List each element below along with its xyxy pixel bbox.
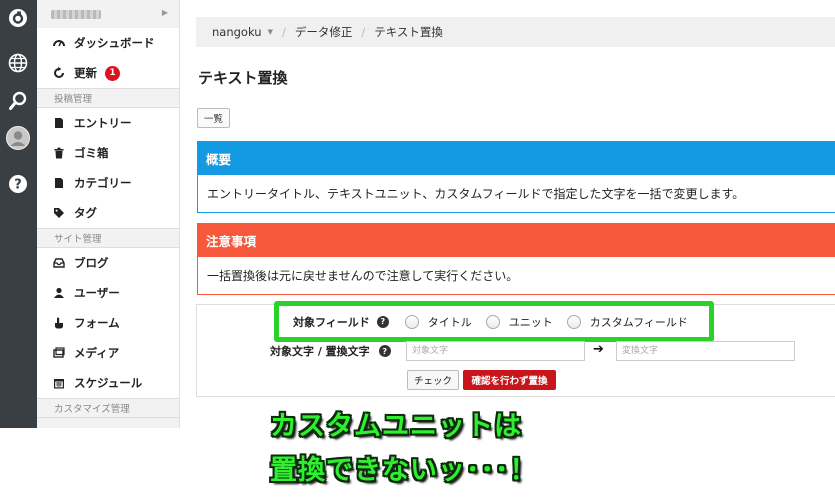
warning-panel: 注意事項 一括置換後は元に戻せませんので注意して実行ください。 (197, 223, 835, 295)
target-field-label: 対象フィールド (293, 315, 370, 329)
help-icon[interactable]: ? (378, 345, 391, 357)
warning-title: 注意事項 (197, 223, 835, 257)
sidebar-item-user[interactable]: ユーザー (37, 278, 179, 308)
overview-title: 概要 (197, 141, 835, 175)
sidebar-item-media[interactable]: メディア (37, 338, 179, 368)
refresh-icon (53, 67, 65, 79)
radio-unit[interactable]: ユニット (485, 314, 553, 330)
sidebar-item-update[interactable]: 更新 1 (37, 58, 179, 88)
text-row: 対象文字 / 置換文字 ? (270, 341, 391, 361)
sidebar-item-label: フォーム (74, 316, 120, 330)
svg-text:?: ? (14, 178, 22, 193)
blog-switcher[interactable]: ▶ (37, 0, 179, 28)
sidebar-item-label: ブログ (74, 256, 109, 270)
caret-down-icon[interactable]: ▼ (268, 28, 273, 36)
sidebar-item-trash[interactable]: ゴミ箱 (37, 138, 179, 168)
inbox-icon (53, 257, 65, 269)
folder-icon (53, 177, 65, 189)
blurred-blog-name (51, 9, 101, 19)
arrow-right-icon: ➔ (593, 342, 604, 357)
breadcrumb-current: テキスト置換 (374, 25, 443, 39)
radio-circle[interactable] (566, 314, 581, 329)
dashboard-icon (53, 37, 65, 49)
sidebar-item-form[interactable]: フォーム (37, 308, 179, 338)
target-field-row: 対象フィールド ? タイトル ユニット カスタムフィールド (274, 301, 714, 342)
media-icon (53, 347, 65, 359)
sidebar-item-label: カテゴリー (74, 176, 132, 190)
sidebar-item-label: 更新 (74, 66, 97, 80)
help-icon[interactable]: ? (376, 315, 389, 328)
replace-text-input[interactable] (616, 341, 795, 361)
sidebar: ▶ ダッシュボード 更新 1 投稿管理 エントリー ゴミ箱 カテゴリー タグ サ… (37, 0, 180, 428)
check-button[interactable]: チェック (407, 370, 459, 390)
hand-pointer-icon (53, 317, 65, 329)
section-heading: 投稿管理 (37, 88, 179, 108)
tag-icon (53, 207, 65, 219)
annotation-caption: カスタムユニットは (270, 411, 522, 442)
breadcrumb-separator: / (281, 25, 286, 39)
sidebar-item-label: ダッシュボード (74, 36, 155, 50)
globe-icon[interactable] (7, 52, 29, 74)
list-button[interactable]: 一覧 (197, 108, 230, 128)
annotation-caption: 置換できないッ･･･！ (270, 455, 538, 486)
breadcrumb: nangoku ▼ / データ修正 / テキスト置換 (196, 17, 835, 47)
text-label: 対象文字 / 置換文字 (270, 345, 370, 358)
chevron-right-icon: ▶ (161, 8, 168, 17)
section-heading: サイト管理 (37, 228, 179, 248)
sidebar-item-label: メディア (74, 346, 120, 360)
breadcrumb-user[interactable]: nangoku (212, 25, 262, 39)
sidebar-item-blog[interactable]: ブログ (37, 248, 179, 278)
user-icon (53, 287, 65, 299)
help-icon[interactable]: ? (7, 173, 29, 195)
warning-body: 一括置換後は元に戻せませんので注意して実行ください。 (197, 257, 835, 295)
calendar-icon (53, 377, 65, 389)
sidebar-item-schedule[interactable]: スケジュール (37, 368, 179, 398)
sidebar-item-label: スケジュール (74, 376, 143, 390)
update-count-badge: 1 (105, 65, 120, 81)
document-icon (53, 117, 65, 129)
radio-circle[interactable] (404, 314, 419, 329)
sidebar-item-label: ユーザー (74, 286, 120, 300)
radio-custom-field[interactable]: カスタムフィールド (566, 314, 688, 330)
sidebar-item-category[interactable]: カテゴリー (37, 168, 179, 198)
trash-icon (53, 147, 65, 159)
sidebar-item-tag[interactable]: タグ (37, 198, 179, 228)
app-logo-icon[interactable] (7, 7, 29, 29)
radio-label: タイトル (427, 315, 472, 329)
overview-panel: 概要 エントリータイトル、テキストユニット、カスタムフィールドで指定した文字を一… (197, 141, 835, 213)
sidebar-item-label: タグ (74, 206, 97, 220)
avatar[interactable] (6, 126, 30, 150)
target-text-input[interactable] (406, 341, 585, 361)
radio-circle[interactable] (485, 314, 500, 329)
replace-without-confirm-button[interactable]: 確認を行わず置換 (463, 370, 556, 390)
breadcrumb-separator: / (361, 25, 366, 39)
search-icon[interactable] (7, 90, 29, 112)
radio-label: カスタムフィールド (589, 315, 688, 329)
sidebar-item-dashboard[interactable]: ダッシュボード (37, 28, 179, 58)
sidebar-item-label: ゴミ箱 (74, 146, 109, 160)
icon-rail: ? (0, 0, 37, 428)
radio-title[interactable]: タイトル (404, 314, 472, 330)
radio-label: ユニット (508, 315, 553, 329)
overview-body: エントリータイトル、テキストユニット、カスタムフィールドで指定した文字を一括で変… (197, 175, 835, 213)
breadcrumb-section[interactable]: データ修正 (295, 24, 353, 40)
page-title: テキスト置換 (198, 69, 288, 87)
sidebar-item-label: エントリー (74, 116, 132, 130)
section-heading: カスタマイズ管理 (37, 398, 179, 418)
sidebar-item-entry[interactable]: エントリー (37, 108, 179, 138)
